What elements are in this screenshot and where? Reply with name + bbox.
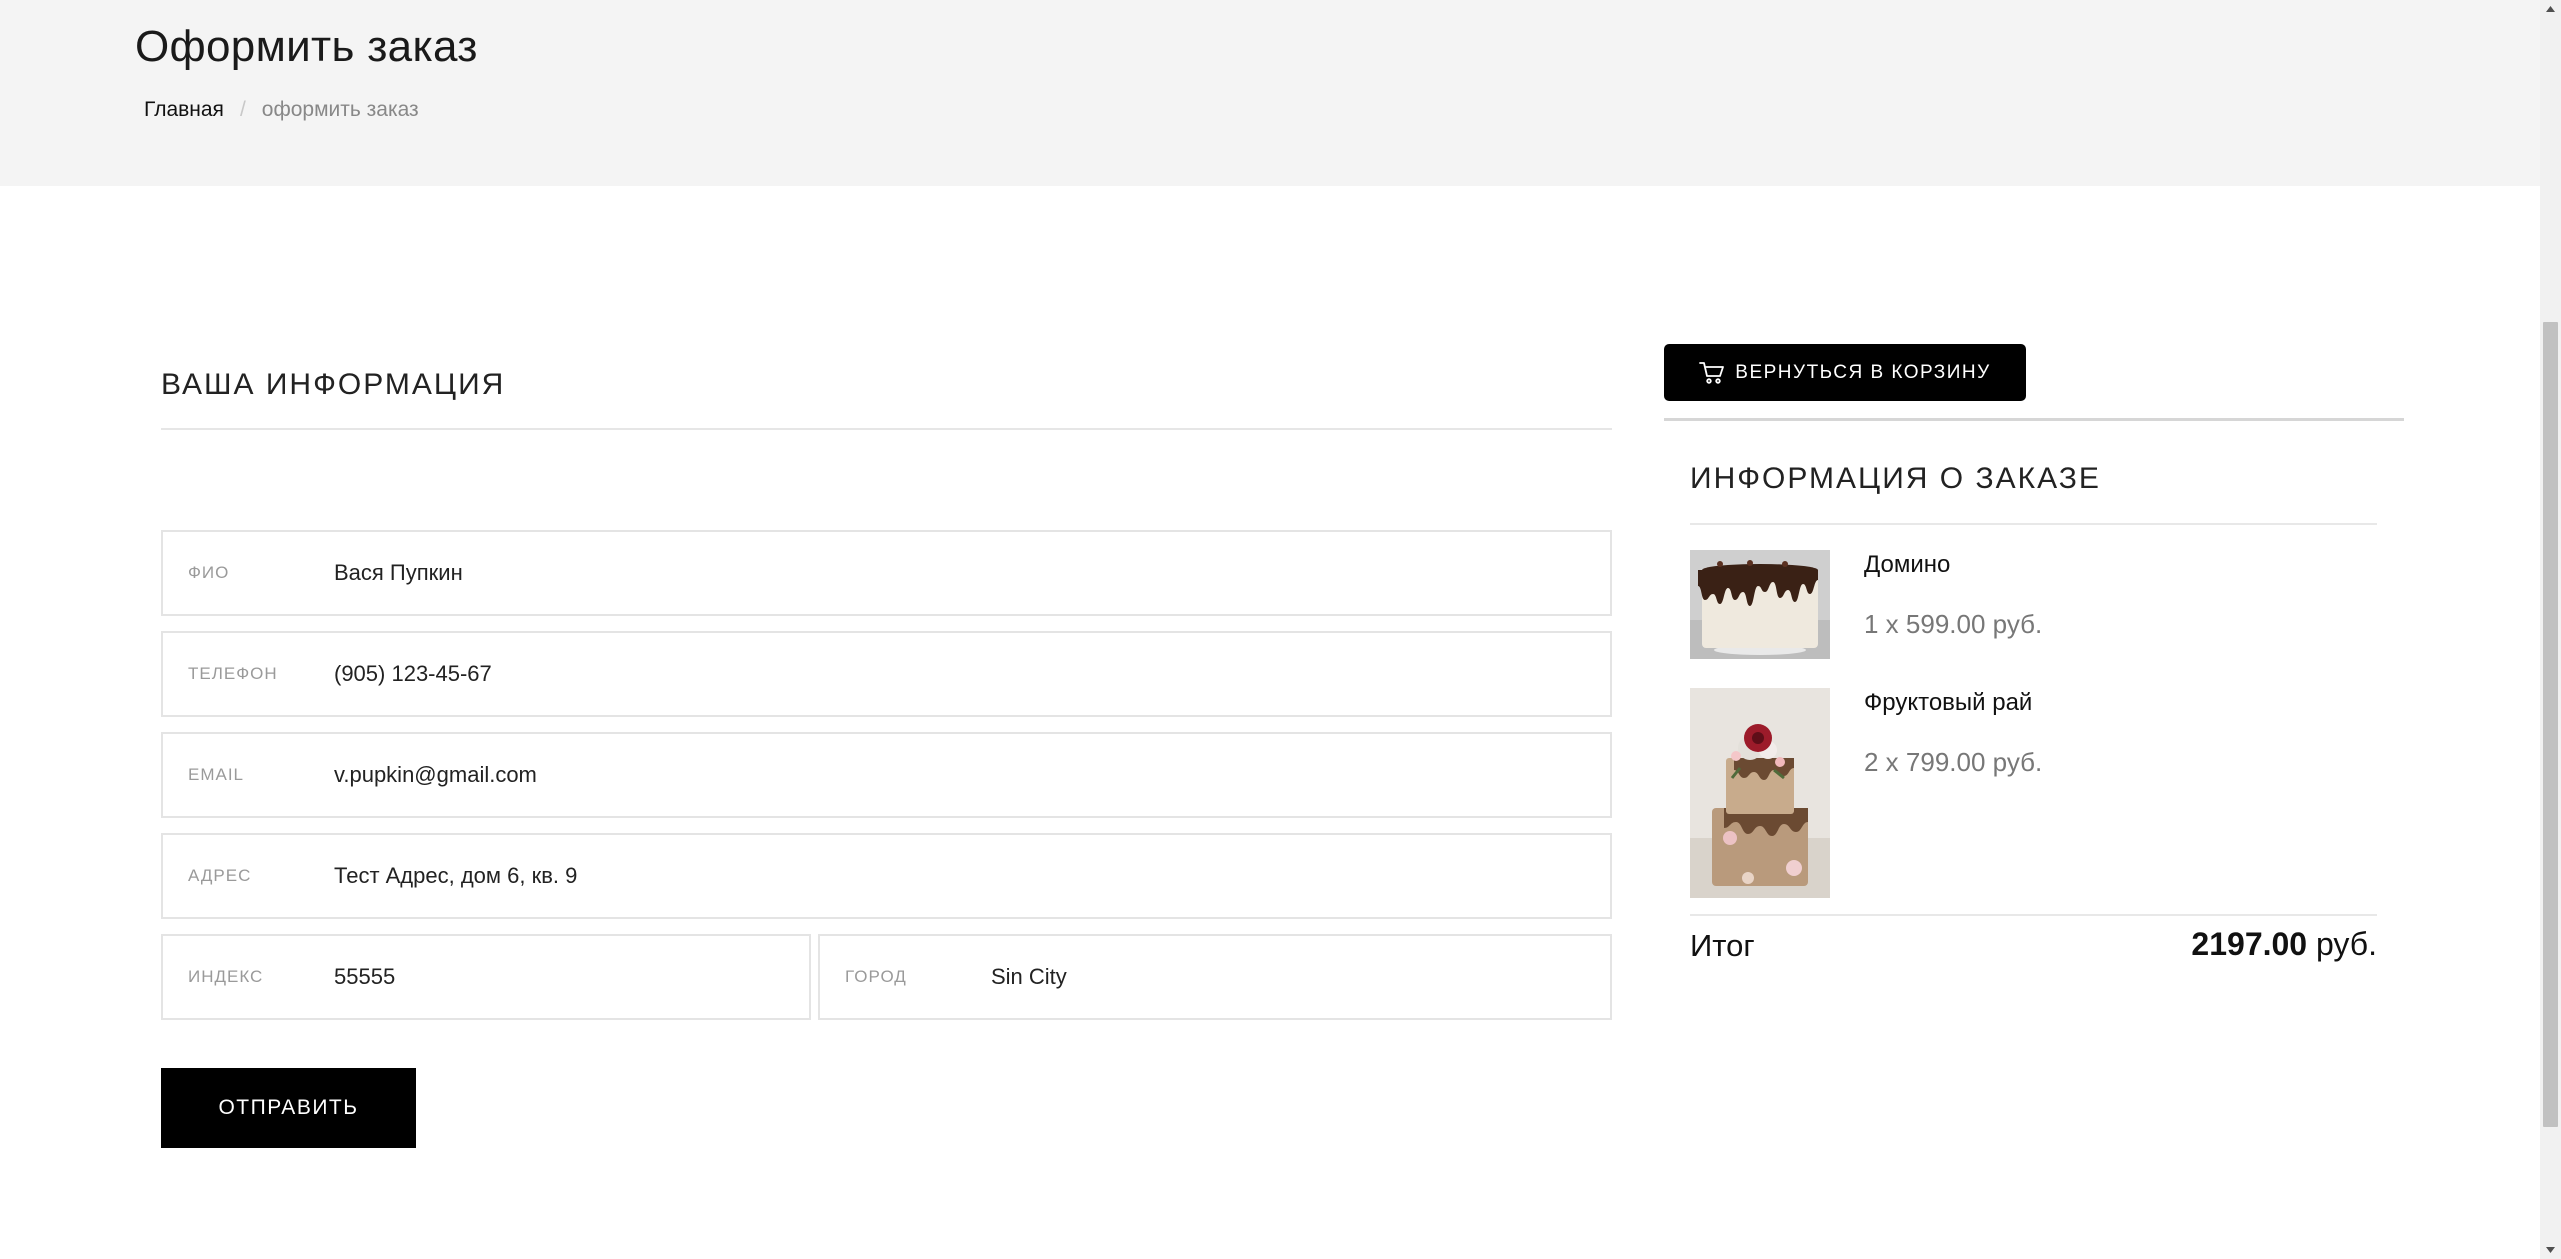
breadcrumb-home-link[interactable]: Главная <box>144 98 224 122</box>
address-field-value: Тест Адрес, дом 6, кв. 9 <box>334 863 578 888</box>
order-info-title: ИНФОРМАЦИЯ О ЗАКАЗЕ <box>1690 462 2101 495</box>
cart-icon <box>1699 361 1725 384</box>
back-to-cart-button[interactable]: ВЕРНУТЬСЯ В КОРЗИНУ <box>1664 344 2026 401</box>
breadcrumb-current: оформить заказ <box>261 98 419 121</box>
section-divider <box>161 428 1612 430</box>
order-panel-top-border <box>1664 418 2404 421</box>
city-field-label: ГОРОД <box>845 967 907 986</box>
phone-field-value: (905) 123-45-67 <box>334 661 492 686</box>
phone-field-label: ТЕЛЕФОН <box>188 664 278 683</box>
order-item-price: 2 x 799.00 руб. <box>1864 747 2043 777</box>
email-field-value: v.pupkin@gmail.com <box>334 762 537 787</box>
email-field-label: EMAIL <box>188 765 245 784</box>
order-item-price: 1 x 599.00 руб. <box>1864 609 2043 639</box>
scroll-down-arrow-icon[interactable] <box>2540 1241 2561 1259</box>
zip-field[interactable]: ИНДЕКС 55555 <box>161 934 811 1020</box>
email-field[interactable]: EMAIL v.pupkin@gmail.com <box>161 732 1612 818</box>
address-field[interactable]: АДРЕС Тест Адрес, дом 6, кв. 9 <box>161 833 1612 919</box>
page-title: Оформить заказ <box>135 22 478 71</box>
vertical-scrollbar[interactable] <box>2540 0 2561 1259</box>
submit-order-button[interactable]: ОТПРАВИТЬ <box>161 1068 416 1148</box>
total-currency: руб. <box>2307 926 2377 962</box>
chocolate-drip-cake-image[interactable] <box>1690 550 1830 659</box>
flower-naked-cake-image[interactable] <box>1690 688 1830 898</box>
city-field-value: Sin City <box>991 964 1067 989</box>
address-field-label: АДРЕС <box>188 866 252 885</box>
name-field-label: ФИО <box>188 563 230 582</box>
order-item-name[interactable]: Домино <box>1864 551 1950 579</box>
city-field[interactable]: ГОРОД Sin City <box>818 934 1612 1020</box>
order-divider <box>1690 523 2377 525</box>
phone-field[interactable]: ТЕЛЕФОН (905) 123-45-67 <box>161 631 1612 717</box>
name-field-value: Вася Пупкин <box>334 560 463 585</box>
total-label: Итог <box>1690 928 1755 963</box>
scrollbar-thumb[interactable] <box>2543 322 2558 1127</box>
scroll-up-arrow-icon[interactable] <box>2540 0 2561 18</box>
total-amount: 2197.00 <box>2191 926 2308 962</box>
zip-field-label: ИНДЕКС <box>188 967 264 986</box>
name-field[interactable]: ФИО Вася Пупкин <box>161 530 1612 616</box>
total-divider <box>1690 914 2377 916</box>
breadcrumb: Главная / оформить заказ <box>144 98 419 122</box>
breadcrumb-separator: / <box>239 98 246 121</box>
back-to-cart-label: ВЕРНУТЬСЯ В КОРЗИНУ <box>1735 361 1991 383</box>
customer-info-title: ВАША ИНФОРМАЦИЯ <box>161 368 506 401</box>
order-item-name[interactable]: Фруктовый рай <box>1864 689 2032 717</box>
page-header: Оформить заказ Главная / оформить заказ <box>0 0 2540 186</box>
total-value: 2197.00 руб. <box>2191 926 2377 963</box>
zip-field-value: 55555 <box>334 964 396 989</box>
